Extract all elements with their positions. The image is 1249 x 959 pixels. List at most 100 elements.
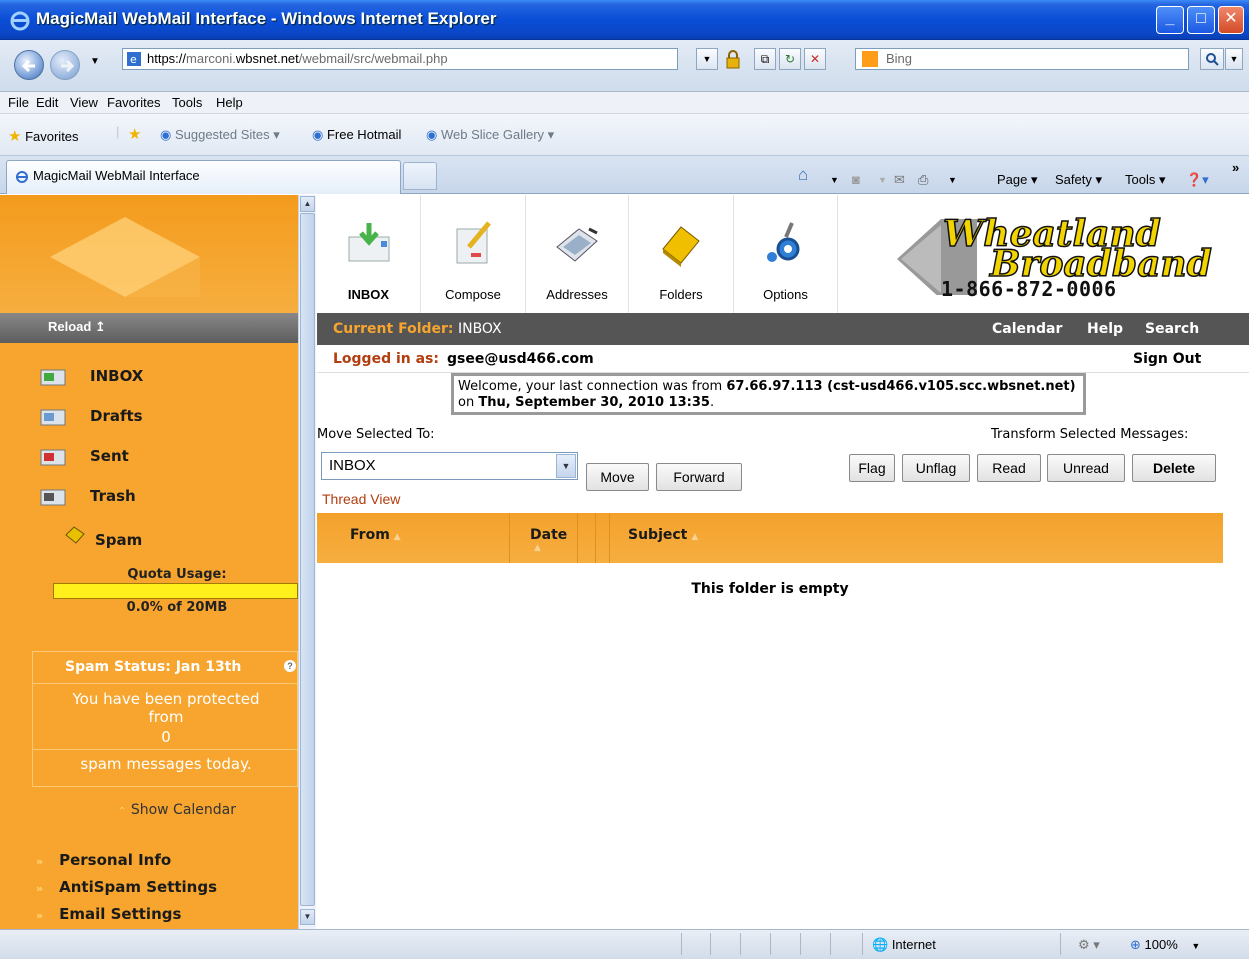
search-input[interactable]: Bing <box>855 48 1189 70</box>
search-link[interactable]: Search <box>1145 313 1199 345</box>
search-button[interactable] <box>1200 48 1224 70</box>
menu-tools[interactable]: Tools <box>172 95 202 110</box>
search-placeholder: Bing <box>886 51 913 66</box>
stop-button[interactable]: ✕ <box>804 48 826 70</box>
move-folder-select[interactable]: INBOX ▼ <box>321 452 578 480</box>
forward-button[interactable] <box>50 50 80 80</box>
reload-link[interactable]: Reload ↥ <box>0 313 298 343</box>
new-tab-button[interactable] <box>403 162 437 190</box>
search-options-button[interactable]: ▼ <box>1225 48 1243 70</box>
spam-status-title: Spam Status: Jan 13th <box>33 652 298 684</box>
column-divider <box>595 513 596 563</box>
security-zone[interactable]: 🌐 Internet <box>872 937 936 953</box>
antispam-settings-link[interactable]: » AntiSpam Settings <box>36 878 217 896</box>
toolbar-addresses-button[interactable]: Addresses <box>526 195 629 313</box>
help-link[interactable]: Help <box>1087 313 1123 345</box>
column-divider <box>509 513 510 563</box>
toolbar-folders-button[interactable]: Folders <box>629 195 734 313</box>
flag-button[interactable]: Flag <box>849 454 895 482</box>
sign-out-link[interactable]: Sign Out <box>1133 345 1201 373</box>
address-dropdown-button[interactable]: ▼ <box>696 48 718 70</box>
url-host: marconi. <box>186 51 236 66</box>
compatibility-view-button[interactable]: ⧉ <box>754 48 776 70</box>
back-button[interactable] <box>14 50 44 80</box>
unread-button[interactable]: Unread <box>1047 454 1125 482</box>
menu-help[interactable]: Help <box>216 95 243 110</box>
selected-folder-value: INBOX <box>329 457 376 474</box>
print-icon[interactable]: ⎙ <box>918 172 928 188</box>
link-label: Email Settings <box>59 905 182 923</box>
web-slice-gallery-label: Web Slice Gallery ▾ <box>440 127 555 142</box>
lock-icon[interactable] <box>722 48 744 70</box>
toolbar-label: INBOX <box>347 287 390 302</box>
zoom-control[interactable]: ⊕ 100% ▼ <box>1130 937 1200 953</box>
feeds-dropdown[interactable]: ▼ <box>878 175 887 185</box>
protected-mode-icon[interactable]: ⚙ ▾ <box>1078 937 1100 953</box>
read-mail-icon[interactable]: ✉ <box>894 172 905 188</box>
toolbar-options-button[interactable]: Options <box>734 195 838 313</box>
scroll-thumb[interactable] <box>300 213 315 906</box>
menu-file[interactable]: File <box>8 95 29 110</box>
spam-divider <box>33 749 298 750</box>
home-icon[interactable]: ⌂ <box>798 165 808 185</box>
favbar-divider: | <box>116 124 120 139</box>
toolbar-label: Compose <box>445 287 501 302</box>
menu-edit[interactable]: Edit <box>36 95 58 110</box>
close-button[interactable]: ✕ <box>1218 6 1244 34</box>
personal-info-link[interactable]: » Personal Info <box>36 851 171 869</box>
toolbar-inbox-button[interactable]: INBOX <box>317 195 421 313</box>
column-from[interactable]: From ▲ <box>350 527 401 543</box>
menu-view[interactable]: View <box>70 95 98 110</box>
address-input[interactable]: e https://marconi.wbsnet.net/webmail/src… <box>122 48 678 70</box>
print-dropdown[interactable]: ▼ <box>948 175 957 185</box>
tools-menu[interactable]: Tools ▾ <box>1125 172 1166 188</box>
logged-in-label: Logged in as: <box>333 351 439 367</box>
web-slice-gallery-link[interactable]: ◉ Web Slice Gallery ▾ <box>426 127 554 143</box>
thread-view-link[interactable]: Thread View <box>322 491 400 507</box>
welcome-text-end: . <box>709 395 715 410</box>
maximize-button[interactable]: □ <box>1187 6 1215 34</box>
quota-value: 0.0% of 20MB <box>126 600 228 615</box>
trash-icon <box>40 489 66 506</box>
favorites-button[interactable]: ★ Favorites <box>8 127 79 145</box>
move-button[interactable]: Move <box>586 463 649 491</box>
sidebar-banner <box>0 195 298 313</box>
sidebar-diamond-graphic <box>50 217 200 297</box>
safety-menu[interactable]: Safety ▾ <box>1055 172 1102 188</box>
suggested-sites-link[interactable]: ◉ Suggested Sites ▾ <box>160 127 280 143</box>
read-button[interactable]: Read <box>977 454 1041 482</box>
menu-favorites[interactable]: Favorites <box>107 95 160 110</box>
spam-help-icon[interactable]: ? <box>284 660 296 672</box>
free-hotmail-link[interactable]: ◉ Free Hotmail <box>312 127 401 143</box>
ie-logo-icon <box>10 11 30 31</box>
unflag-button[interactable]: Unflag <box>902 454 970 482</box>
chevron-down-icon[interactable]: ▼ <box>556 454 576 478</box>
add-favorite-icon[interactable]: ★ <box>128 125 141 143</box>
sidebar-scrollbar[interactable]: ▲ ▼ <box>298 195 316 929</box>
calendar-link[interactable]: Calendar <box>992 313 1062 345</box>
page-menu[interactable]: Page ▾ <box>997 172 1038 188</box>
folder-label: Drafts <box>90 407 143 425</box>
toolbar-compose-button[interactable]: Compose <box>421 195 526 313</box>
help-icon[interactable]: ❓▾ <box>1186 172 1209 188</box>
options-icon <box>766 222 799 262</box>
column-subject[interactable]: Subject ▲ <box>628 527 698 543</box>
home-dropdown[interactable]: ▼ <box>830 175 839 185</box>
column-date[interactable]: Date ▲ <box>530 527 567 553</box>
forward-button[interactable]: Forward <box>656 463 742 491</box>
column-divider <box>577 513 578 563</box>
forward-arrow-icon <box>61 59 75 73</box>
minimize-button[interactable]: _ <box>1156 6 1184 34</box>
recent-pages-dropdown[interactable]: ▼ <box>90 56 100 67</box>
compose-icon <box>456 221 491 264</box>
active-tab[interactable]: MagicMail WebMail Interface <box>6 160 401 194</box>
scroll-up-arrow[interactable]: ▲ <box>300 196 315 212</box>
email-settings-link[interactable]: » Email Settings <box>36 905 181 923</box>
feeds-icon[interactable]: ◙ <box>852 172 860 187</box>
command-bar-more[interactable]: » <box>1232 160 1239 175</box>
show-calendar-link[interactable]: ⌃ Show Calendar <box>0 802 298 818</box>
scroll-down-arrow[interactable]: ▼ <box>300 909 315 925</box>
folder-label: Trash <box>90 487 136 505</box>
refresh-button[interactable]: ↻ <box>779 48 801 70</box>
delete-button[interactable]: Delete <box>1132 454 1216 482</box>
